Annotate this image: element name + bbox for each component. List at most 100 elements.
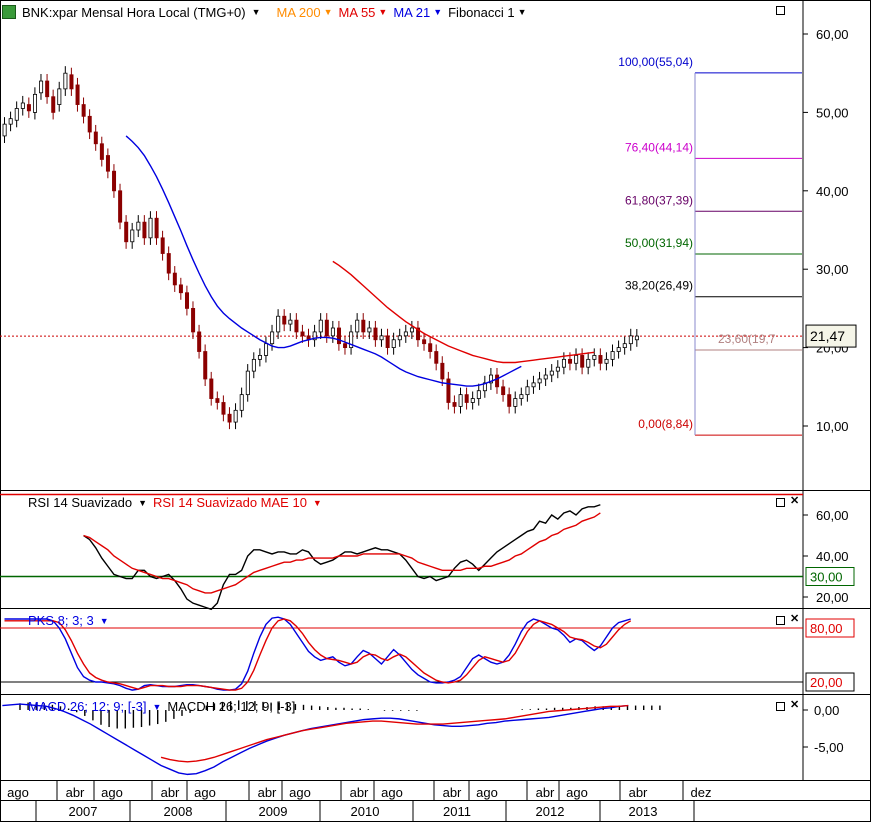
fibonacci-level-label: 100,00(55,04) [618,55,693,69]
candle-body [336,327,341,345]
indicator-ma21[interactable]: MA 21 ▼ [393,5,442,20]
candle-body [446,378,451,403]
candle-body [2,123,7,137]
candle-body [276,315,281,333]
candle-body [20,102,25,109]
candle-body [568,358,573,364]
x-axis-month-label: dez [691,785,712,800]
candle-body [628,335,633,345]
macd-series-label[interactable]: MACD 26; 12; 9; [-3] [28,699,147,714]
x-axis-year-label: 2008 [164,804,193,819]
candle-body [343,343,348,348]
moving-average-ma-21 [125,135,522,387]
rsi-mae-series-label[interactable]: RSI 14 Suavizado MAE 10 [153,495,307,510]
candle-body [452,402,457,407]
symbol-icon[interactable] [2,5,16,19]
close-pks-pane-icon[interactable]: ✕ [790,614,799,625]
x-axis-month-label: ago [381,785,403,800]
candle-body [519,394,524,399]
candle-body [130,229,135,243]
candle-body [166,253,171,274]
x-axis-year-label: 2013 [629,804,658,819]
candle-body [403,331,408,337]
candle-body [221,402,226,415]
x-axis-year-label: 2011 [443,804,471,819]
maximize-rsi-pane-button[interactable] [776,497,785,508]
x-axis-year-label: 2007 [69,804,98,819]
candle-body [239,394,244,411]
indicator-ma200[interactable]: MA 200 ▼ [277,5,333,20]
rsi-series-label[interactable]: RSI 14 Suavizado [28,495,132,510]
fibonacci-level-label: 23,60(19,7 [718,332,776,346]
candle-body [124,221,129,243]
chevron-down-icon[interactable]: ▼ [100,616,109,626]
chevron-down-icon[interactable]: ▼ [313,498,322,508]
chevron-down-icon: ▼ [323,7,333,17]
candle-body [136,221,141,231]
trading-chart-window: 60,00 50,00 40,00 30,00 20,00 10,00 21,47 100,0… [0,0,871,822]
maximize-main-pane-button[interactable] [776,5,785,16]
chevron-down-icon[interactable]: ▼ [153,702,162,712]
macdh-series-label[interactable]: MACDH 26; 12; 9; [-3] [167,699,295,714]
candle-body [142,221,147,239]
candle-body [330,327,335,337]
candle-body [105,155,110,172]
candle-body [270,331,275,345]
candle-body [397,335,402,341]
indicator-ma55[interactable]: MA 55 ▼ [339,5,388,20]
indicator-fibonacci-label: Fibonacci 1 [448,4,515,20]
candle-body [160,237,165,254]
candle-body [215,398,220,403]
close-macd-pane-icon[interactable]: ✕ [790,700,799,711]
candle-body [470,398,475,403]
candle-body [428,343,433,352]
candle-body [409,327,414,333]
candle-body [501,386,506,396]
candle-body [75,84,80,105]
candle-body [178,284,183,294]
chevron-down-icon: ▼ [433,7,443,17]
candle-body [288,319,293,325]
candle-body [39,80,44,94]
candle-body [525,386,530,396]
price-axis-tick-label: 30,00 [816,262,849,277]
candle-body [172,272,177,286]
candle-body [227,413,232,423]
rsi-level-label: 30,00 [810,570,843,585]
candle-body [507,394,512,407]
candle-body [257,355,262,360]
candle-body [282,315,287,325]
price-axis-tick-label: 40,00 [816,184,849,199]
candle-body [245,370,250,396]
candle-body [355,319,360,333]
x-axis-month-label: abr [536,785,555,800]
symbol-dropdown-icon[interactable]: ▼ [252,7,261,17]
candle-body [561,358,566,368]
symbol-title[interactable]: BNK:xpar Mensal Hora Local (TMG+0) [22,5,246,20]
candle-body [184,292,189,309]
chevron-down-icon[interactable]: ▼ [138,498,147,508]
candle-body [197,331,202,352]
price-axis-tick-label: 50,00 [816,105,849,120]
indicator-fibonacci[interactable]: Fibonacci 1 ▼ [448,5,526,20]
moving-average-ma-55 [332,260,595,364]
candle-body [63,72,68,90]
candle-body [543,374,548,380]
candle-body [634,335,639,341]
candle-body [112,170,117,192]
main-chart-header: BNK:xpar Mensal Hora Local (TMG+0) ▼ MA … [2,1,527,23]
maximize-macd-pane-button[interactable] [776,701,785,712]
x-axis-month-label: abr [66,785,85,800]
candle-body [14,108,19,121]
candle-body [8,118,13,125]
close-rsi-pane-icon[interactable]: ✕ [790,496,799,507]
pks-pane-header: PKS 8; 3; 3 ▼ [28,613,109,628]
candle-body [33,93,38,113]
candle-body [154,217,159,239]
price-axis-tick-label: 60,00 [816,27,849,42]
indicator-ma55-label: MA 55 [338,4,376,20]
candle-body [294,319,299,333]
pks-series-label[interactable]: PKS 8; 3; 3 [28,613,94,628]
macd-axis-tick-label: 0,00 [814,703,839,718]
maximize-pks-pane-button[interactable] [776,615,785,626]
